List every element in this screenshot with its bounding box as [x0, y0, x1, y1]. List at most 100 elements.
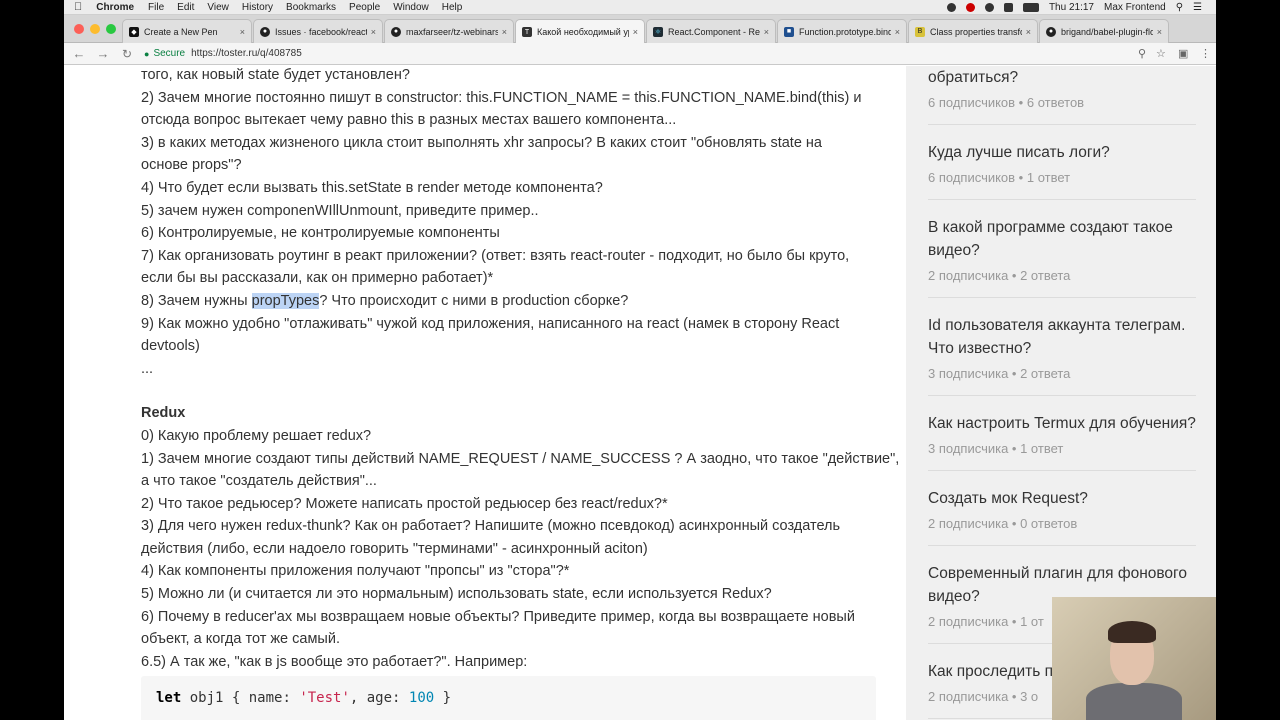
tab-react-component[interactable]: ⚛React.Component - React×: [646, 19, 776, 43]
question-meta: 6 подписчиков • 6 ответов: [928, 95, 1085, 110]
text-line: 3) в каких методах жизненого цикла стоит…: [141, 134, 822, 151]
question-meta: 3 подписчика • 2 ответа: [928, 366, 1071, 381]
text-line: того, как новый state будет установлен?: [141, 67, 410, 83]
menu-dots-icon[interactable]: ⋮: [1200, 47, 1211, 60]
tab-strip: ◆ Create a New Pen × ● Issues · facebook/re…: [64, 15, 1216, 44]
question-link[interactable]: обратиться?: [928, 66, 1196, 89]
close-tab-icon[interactable]: ×: [1026, 27, 1031, 37]
text-line: 5) Можно ли (и считается ли это нормальн…: [141, 586, 772, 603]
text-line: объект, а когда тот же самый.: [141, 631, 340, 648]
question-meta: 6 подписчиков • 1 ответ: [928, 170, 1071, 185]
close-tab-icon[interactable]: ×: [502, 27, 507, 37]
tab-toster-question[interactable]: TКакой необходимый уровень×: [515, 19, 645, 44]
battery-icon[interactable]: [1022, 3, 1039, 12]
close-tab-icon[interactable]: ×: [371, 27, 376, 37]
menubar-status-area: Thu 21:17 Max Frontend ⚲ ☰: [946, 0, 1202, 15]
sidebar-question: Id пользователя аккаунта телеграм. Что и…: [928, 314, 1196, 396]
text-line: 6) Контролируемые, не контролируемые ком…: [141, 225, 500, 242]
search-icon[interactable]: ⚲: [1138, 47, 1146, 60]
lock-icon[interactable]: ●: [144, 49, 149, 59]
sidebar-question: обратиться? 6 подписчиков • 6 ответов: [928, 66, 1196, 125]
close-tab-icon[interactable]: ×: [764, 27, 769, 37]
wifi-icon[interactable]: [1003, 3, 1013, 12]
close-tab-icon[interactable]: ×: [1157, 27, 1162, 37]
text-line: 6.5) А так же, "как в js вообще это рабо…: [141, 653, 528, 670]
browser-toolbar: ← → ↻ ● Secure https://toster.ru/q/40878…: [64, 43, 1216, 65]
menubar-user[interactable]: Max Frontend: [1104, 2, 1166, 13]
menu-window[interactable]: Window: [393, 2, 429, 13]
close-window-button[interactable]: [74, 24, 84, 34]
text-line: 6) Почему в reducer'ах мы возвращаем нов…: [141, 608, 855, 625]
menubar-clock[interactable]: Thu 21:17: [1049, 2, 1094, 13]
sidebar-question: Куда лучше писать логи? 6 подписчиков • …: [928, 141, 1196, 200]
window-controls: [74, 24, 116, 34]
sidebar-question: В какой программе создают такое видео? 2…: [928, 216, 1196, 298]
menubar-app-name[interactable]: Chrome: [96, 2, 134, 13]
close-tab-icon[interactable]: ×: [895, 27, 900, 37]
menu-edit[interactable]: Edit: [177, 2, 194, 13]
tab-function-bind[interactable]: ■ Function.prototype.bind() ×: [777, 19, 907, 43]
question-link[interactable]: Создать мок Request?: [928, 487, 1196, 510]
zoom-window-button[interactable]: [106, 24, 116, 34]
menu-help[interactable]: Help: [442, 2, 463, 13]
webcam-person-body: [1086, 683, 1182, 720]
tabs: ◆ Create a New Pen × ● Issues · facebook/re…: [122, 19, 1170, 44]
apple-icon[interactable]: : [74, 1, 82, 13]
forward-button[interactable]: →: [94, 46, 112, 61]
secure-label[interactable]: Secure: [153, 48, 185, 59]
menu-people[interactable]: People: [349, 2, 380, 13]
extension-icon[interactable]: ▣: [1178, 47, 1188, 60]
page-content: того, как новый state будет установлен? …: [64, 66, 1216, 720]
minimize-window-button[interactable]: [90, 24, 100, 34]
sidebar-question: Как настроить Termux для обучения? 3 под…: [928, 412, 1196, 471]
question-meta: 2 подписчика • 2 ответа: [928, 268, 1071, 283]
text-line: а что такое "создатель действия"...: [141, 473, 377, 490]
question-meta: 3 подписчика • 1 ответ: [928, 441, 1064, 456]
spotlight-icon[interactable]: ⚲: [1176, 2, 1183, 13]
menu-history[interactable]: History: [242, 2, 273, 13]
text-line: 2) Что такое редьюсер? Можете написать п…: [141, 495, 668, 512]
screen:  Chrome File Edit View History Bookmark…: [64, 0, 1216, 720]
text-line: действия (либо, если надоело говорить "т…: [141, 540, 648, 557]
tab-babel-plugin[interactable]: ● brigand/babel-plugin-flow ×: [1039, 19, 1169, 43]
github-icon: ●: [391, 26, 401, 37]
question-link[interactable]: Id пользователя аккаунта телеграм. Что и…: [928, 314, 1196, 360]
notification-center-icon[interactable]: ☰: [1193, 2, 1202, 13]
webcam-person-hair: [1108, 621, 1156, 643]
sidebar-question: Создать мок Request? 2 подписчика • 0 от…: [928, 487, 1196, 546]
question-body: того, как новый state будет установлен? …: [141, 66, 900, 673]
url-text[interactable]: https://toster.ru/q/408785: [191, 48, 302, 59]
tab-class-properties[interactable]: BClass properties transform×: [908, 19, 1038, 43]
menu-view[interactable]: View: [207, 2, 229, 13]
text-line: 0) Какую проблему решает redux?: [141, 427, 372, 444]
bookmark-star-icon[interactable]: ☆: [1156, 47, 1166, 60]
redux-heading: Redux: [141, 405, 186, 422]
reload-button[interactable]: ↻: [118, 47, 136, 61]
text-line: 4) Что будет если вызвать this.setState …: [141, 179, 603, 196]
github-icon: ●: [1046, 26, 1056, 37]
tab-tz-webinars[interactable]: ● maxfarseer/tz-webinars ×: [384, 19, 514, 43]
record-icon[interactable]: [965, 3, 975, 12]
selected-text[interactable]: propTypes: [251, 292, 320, 309]
tab-create-pen[interactable]: ◆ Create a New Pen ×: [122, 19, 252, 43]
text-line-proptypes: 8) Зачем нужны propTypes? Что происходит…: [141, 292, 629, 309]
close-tab-icon[interactable]: ×: [633, 27, 638, 37]
menu-file[interactable]: File: [148, 2, 164, 13]
text-line: 1) Зачем многие создают типы действий NA…: [141, 450, 900, 467]
text-line: основе props"?: [141, 157, 242, 174]
text-line: 5) зачем нужен componenWIllUnmount, прив…: [141, 202, 539, 219]
question-link[interactable]: В какой программе создают такое видео?: [928, 216, 1196, 262]
tab-react-issues[interactable]: ● Issues · facebook/react ×: [253, 19, 383, 43]
codepen-icon: ◆: [129, 26, 139, 37]
mac-menubar:  Chrome File Edit View History Bookmark…: [64, 0, 1216, 15]
toster-icon: T: [522, 27, 532, 37]
back-button[interactable]: ←: [70, 46, 88, 61]
address-bar[interactable]: ● Secure https://toster.ru/q/408785: [144, 46, 1144, 62]
close-tab-icon[interactable]: ×: [240, 27, 245, 37]
menu-bookmarks[interactable]: Bookmarks: [286, 2, 336, 13]
github-icon: ●: [260, 26, 270, 37]
github-icon[interactable]: [984, 3, 994, 12]
skype-icon[interactable]: [946, 3, 956, 12]
question-link[interactable]: Куда лучше писать логи?: [928, 141, 1196, 164]
question-link[interactable]: Как настроить Termux для обучения?: [928, 412, 1196, 435]
